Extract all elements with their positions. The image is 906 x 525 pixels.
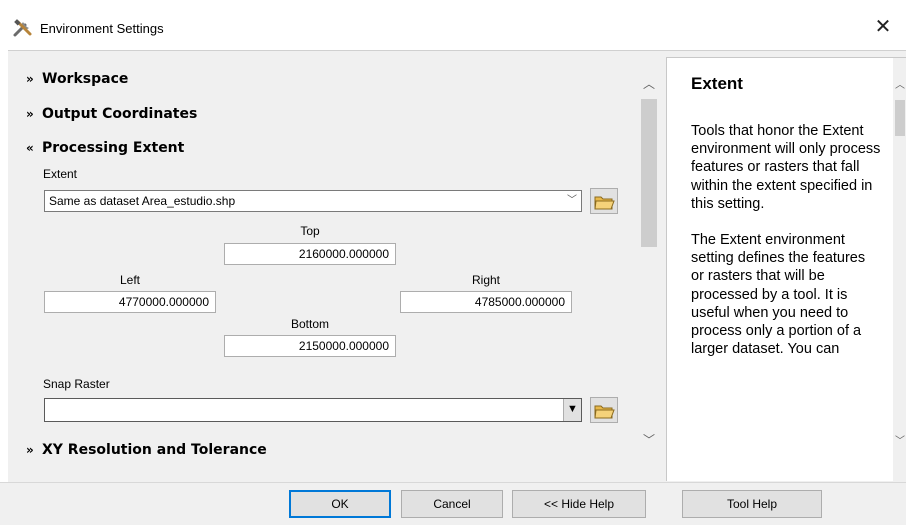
window-title: Environment Settings xyxy=(40,21,164,36)
snap-raster-label: Snap Raster xyxy=(43,377,110,391)
left-label: Left xyxy=(119,273,140,287)
button-bar: OK Cancel << Hide Help Tool Help xyxy=(0,482,906,525)
help-paragraph: The Extent environment setting defines t… xyxy=(691,232,866,358)
settings-scrollbar[interactable]: ︿ ﹀ xyxy=(638,57,660,481)
extent-label: Extent xyxy=(43,167,78,181)
section-xy-resolution[interactable]: » XY Resolution and Tolerance xyxy=(26,442,267,458)
section-label: Processing Extent xyxy=(42,140,185,156)
expand-icon: » xyxy=(26,107,34,121)
section-workspace[interactable]: » Workspace xyxy=(26,71,128,87)
help-title: Extent xyxy=(691,74,743,93)
scroll-thumb[interactable] xyxy=(641,99,657,247)
help-pane: Extent Tools that honor the Extent envir… xyxy=(666,57,906,481)
section-label: XY Resolution and Tolerance xyxy=(42,442,267,458)
extent-dropdown[interactable]: Same as dataset Area_estudio.shp ﹀ xyxy=(44,190,582,212)
expand-icon: » xyxy=(26,443,34,457)
cancel-button[interactable]: Cancel xyxy=(401,490,503,518)
left-input[interactable]: 4770000.000000 xyxy=(44,291,216,313)
close-button[interactable]: ✕ xyxy=(860,10,906,44)
chevron-down-icon: ﹀ xyxy=(567,195,577,206)
collapse-icon: « xyxy=(26,141,34,155)
tools-icon xyxy=(13,19,32,37)
help-paragraph: Tools that honor the Extent environment … xyxy=(691,123,881,212)
right-label: Right xyxy=(471,273,500,287)
snap-raster-browse-button[interactable] xyxy=(590,397,618,423)
dropdown-arrow-icon: ▼ xyxy=(563,399,581,421)
scroll-thumb[interactable] xyxy=(895,100,905,136)
tool-help-button[interactable]: Tool Help xyxy=(682,490,822,518)
right-input[interactable]: 4785000.000000 xyxy=(400,291,572,313)
bottom-label: Bottom xyxy=(290,317,329,331)
chevron-down-icon[interactable]: ﹀ xyxy=(893,432,906,452)
section-processing-extent[interactable]: « Processing Extent xyxy=(26,140,184,156)
top-input[interactable]: 2160000.000000 xyxy=(224,243,396,265)
snap-raster-dropdown[interactable]: ▼ xyxy=(44,398,582,422)
ok-button[interactable]: OK xyxy=(289,490,391,518)
settings-pane: » Workspace » Output Coordinates « Processi… xyxy=(8,57,660,481)
help-scrollbar[interactable]: ︿ ﹀ xyxy=(893,58,906,481)
help-text: Tools that honor the Extent environment … xyxy=(691,122,881,376)
chevron-up-icon[interactable]: ︿ xyxy=(638,75,660,95)
section-label: Workspace xyxy=(42,71,129,87)
expand-icon: » xyxy=(26,72,34,86)
title-bar: Environment Settings ✕ xyxy=(0,0,906,50)
bottom-input[interactable]: 2150000.000000 xyxy=(224,335,396,357)
section-label: Output Coordinates xyxy=(42,106,198,122)
extent-browse-button[interactable] xyxy=(590,188,618,214)
chevron-up-icon[interactable]: ︿ xyxy=(893,76,906,96)
open-folder-icon xyxy=(594,196,615,210)
hide-help-button[interactable]: << Hide Help xyxy=(512,490,646,518)
extent-value: Same as dataset Area_estudio.shp xyxy=(49,194,236,208)
open-folder-icon xyxy=(594,405,615,419)
chevron-down-icon[interactable]: ﹀ xyxy=(638,431,660,451)
top-label: Top xyxy=(300,224,320,238)
section-output-coordinates[interactable]: » Output Coordinates xyxy=(26,106,197,122)
